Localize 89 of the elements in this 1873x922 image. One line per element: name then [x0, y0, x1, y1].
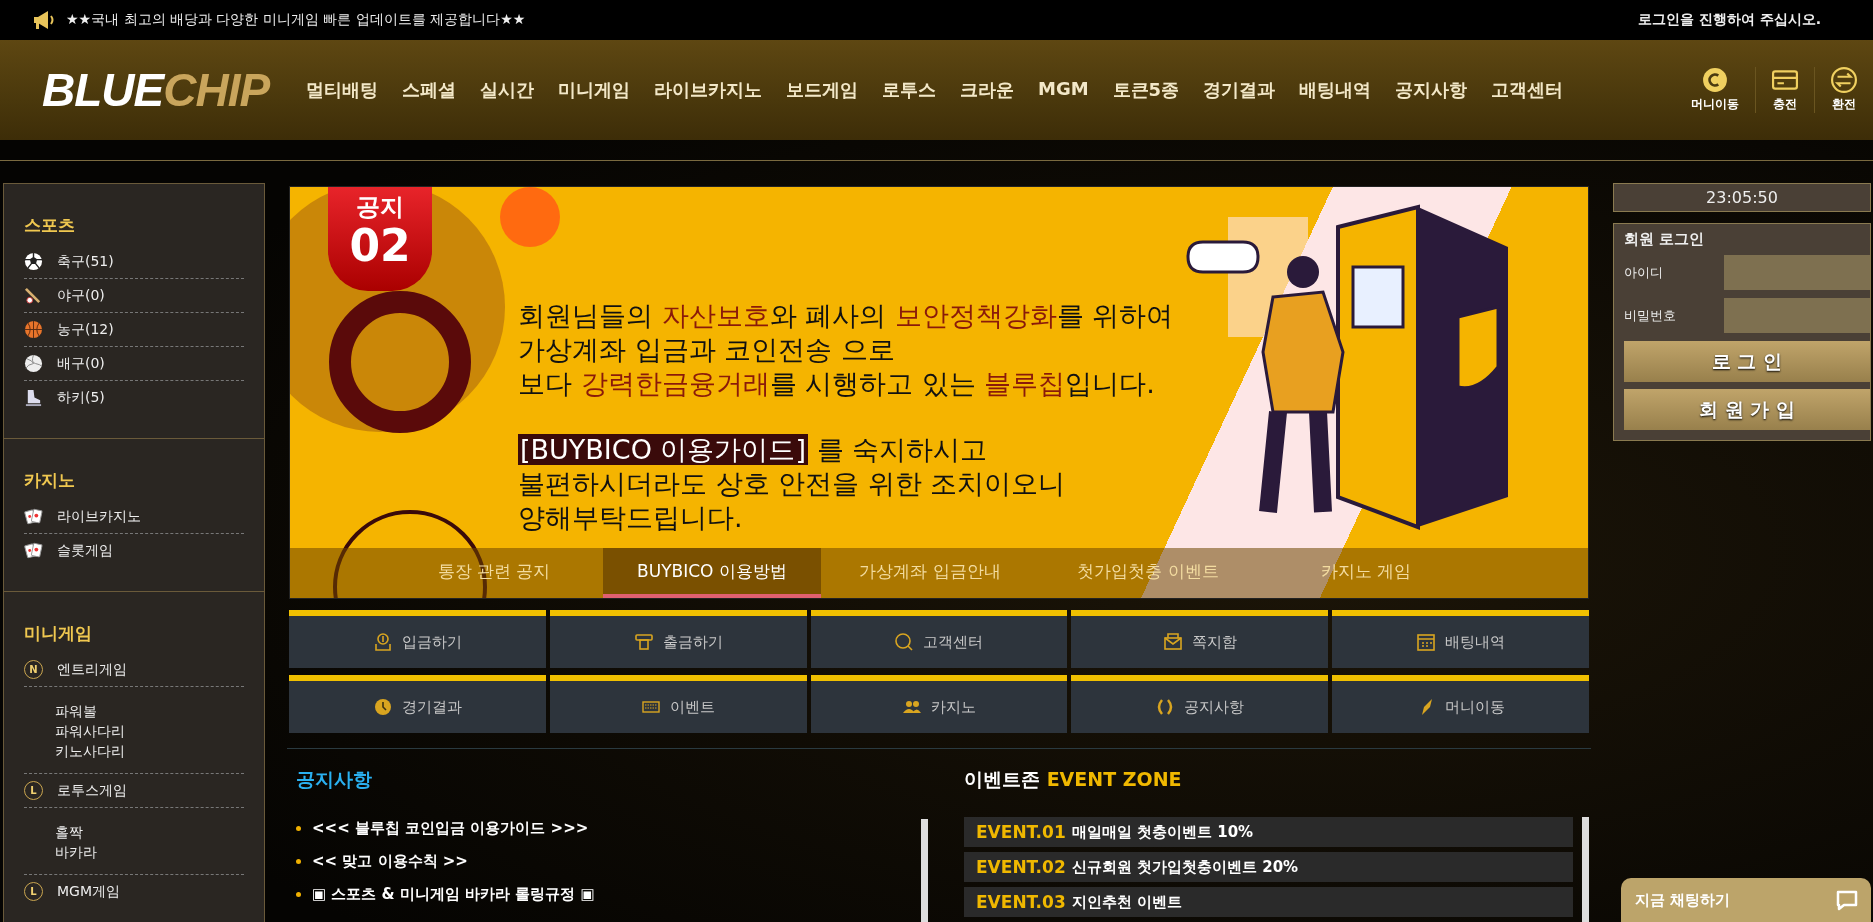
chat-icon — [1835, 888, 1859, 912]
skate-icon — [24, 388, 43, 407]
sidebar-heading: 스포츠 — [24, 214, 76, 237]
card-icon — [1772, 67, 1798, 93]
scrollbar[interactable] — [921, 819, 928, 922]
nav-link[interactable]: 라이브카지노 — [642, 78, 774, 102]
sidebar-subitem[interactable]: 홀짝 — [55, 822, 244, 842]
megaphone-icon — [32, 10, 56, 30]
login-heading: 회원 로그인 — [1624, 230, 1706, 249]
sidebar-item[interactable]: 배구(0) — [24, 347, 244, 381]
announcement-text: ★★국내 최고의 배당과 다양한 미니게임 빠른 업데이트를 제공합니다★★ — [66, 11, 526, 29]
event-row[interactable]: EVENT.03 지인추천 이벤트 — [964, 887, 1573, 917]
notices-heading: 공지사항 — [296, 767, 373, 792]
event-row[interactable]: EVENT.01 매일매일 첫충이벤트 10% — [964, 817, 1573, 847]
events-heading: 이벤트존 — [964, 768, 1040, 790]
scrollbar[interactable] — [1582, 817, 1589, 922]
nav-link[interactable]: 보드게임 — [774, 78, 870, 102]
coin-icon — [1702, 67, 1728, 93]
sidebar-item[interactable]: 야구(0) — [24, 279, 244, 313]
notice-badge: 공지 02 — [328, 187, 432, 291]
nav-link[interactable]: MGM — [1026, 78, 1101, 102]
header-action-button[interactable]: 충전 — [1755, 67, 1814, 113]
sidebar-item[interactable]: 슬롯게임 — [24, 534, 244, 567]
notice-link[interactable]: ▣ 스포츠 & 미니게임 바카라 롤링규정 ▣ — [296, 885, 595, 904]
exchange-icon — [1831, 67, 1857, 93]
envelope-icon — [1162, 632, 1183, 652]
calendar-icon — [1416, 632, 1437, 652]
input-field[interactable] — [1724, 298, 1870, 333]
nav-link[interactable]: 배팅내역 — [1287, 78, 1384, 102]
sidebar-subitem[interactable]: 파워볼 — [55, 701, 244, 721]
nav-link[interactable]: 멀티배팅 — [294, 78, 390, 102]
nav-link[interactable]: 스페셜 — [390, 78, 468, 102]
deposit-icon — [372, 632, 393, 652]
event-row[interactable]: EVENT.02 신규회원 첫가입첫충이벤트 20% — [964, 852, 1573, 882]
sidebar-item[interactable]: 하키(5) — [24, 381, 244, 414]
nav-link[interactable]: 고객센터 — [1479, 78, 1576, 102]
quick-menu-button[interactable]: 고객센터 — [810, 610, 1068, 668]
sidebar-item[interactable]: L 로투스게임 — [24, 774, 244, 808]
events-subheading: EVENT ZONE — [1046, 768, 1182, 790]
sidebar-item[interactable]: N 엔트리게임 — [24, 653, 244, 687]
quick-menu-button[interactable]: 이벤트 — [549, 675, 807, 733]
sidebar-item[interactable]: L MGM게임 — [24, 875, 244, 908]
quick-menu-button[interactable]: 출금하기 — [549, 610, 807, 668]
sidebar-heading: 미니게임 — [24, 622, 93, 645]
clock-display: 23:05:50 — [1613, 183, 1871, 212]
nav-link[interactable]: 토큰5종 — [1100, 78, 1192, 102]
header-action-button[interactable]: 환전 — [1814, 67, 1873, 113]
field-label: 비밀번호 — [1624, 306, 1676, 325]
volleyball-icon — [24, 354, 43, 373]
nav-link[interactable]: 로투스 — [870, 78, 948, 102]
login-prompt: 로그인을 진행하여 주십시오. — [1637, 11, 1821, 29]
withdraw-icon — [633, 632, 654, 652]
sidebar-subitem[interactable]: 키노사다리 — [55, 741, 244, 761]
input-field[interactable] — [1724, 255, 1870, 290]
banner-text-line: 가상계좌 입금과 코인전송 으로 — [518, 333, 896, 367]
basketball-icon — [24, 320, 43, 339]
quick-menu-button[interactable]: 입금하기 — [289, 610, 546, 668]
clock-icon — [372, 697, 393, 717]
quick-menu-button[interactable]: 쪽지함 — [1071, 610, 1329, 668]
banner-tab[interactable]: BUYBICO 이용방법 — [603, 548, 821, 598]
soccer-ball-icon — [24, 252, 43, 271]
banner-text-line: 불편하시더라도 상호 안전을 위한 조치이오니 — [518, 467, 1067, 501]
header-action-button[interactable]: 머니이동 — [1675, 67, 1755, 113]
notice-link[interactable]: << 맞고 이용수칙 >> — [296, 852, 468, 871]
banner-text-line: 회원님들의 자산보호와 폐사의 보안정책강화를 위하여 — [518, 299, 1174, 333]
banner-text-line: 양해부탁드립니다. — [518, 501, 744, 535]
field-label: 아이디 — [1624, 263, 1663, 282]
logo[interactable]: BLUECHIP — [42, 63, 282, 117]
quick-menu-button[interactable]: 머니이동 — [1332, 675, 1589, 733]
nav-link[interactable]: 공지사항 — [1383, 78, 1480, 102]
sidebar-item[interactable]: 농구(12) — [24, 313, 244, 347]
quick-menu-button[interactable]: 경기결과 — [289, 675, 546, 733]
baseball-bat-icon — [24, 286, 43, 305]
banner-text-line: 보다 강력한금융거래 를 시행하고 있는 블루칩 입니다. — [518, 367, 1156, 401]
playing-cards-icon — [24, 541, 43, 560]
nav-link[interactable]: 실시간 — [468, 78, 546, 102]
notice-link[interactable]: <<< 블루칩 코인입금 이용가이드 >>> — [296, 819, 589, 838]
sidebar-subitem[interactable]: 파워사다리 — [55, 721, 244, 741]
sidebar-item[interactable]: 축구(51) — [24, 245, 244, 279]
sidebar-item[interactable]: 라이브카지노 — [24, 500, 244, 534]
playing-cards-icon — [24, 507, 43, 526]
sidebar-subitem[interactable]: 바카라 — [55, 842, 244, 862]
quick-menu-button[interactable]: 배팅내역 — [1332, 610, 1589, 668]
sidebar-heading: 카지노 — [24, 469, 76, 492]
nav-link[interactable]: 크라운 — [948, 78, 1026, 102]
quick-menu-button[interactable]: 카지노 — [810, 675, 1068, 733]
nav-link[interactable]: 미니게임 — [546, 78, 642, 102]
nav-link[interactable]: 경기결과 — [1191, 78, 1288, 102]
quick-menu-button[interactable]: 공지사항 — [1071, 675, 1329, 733]
